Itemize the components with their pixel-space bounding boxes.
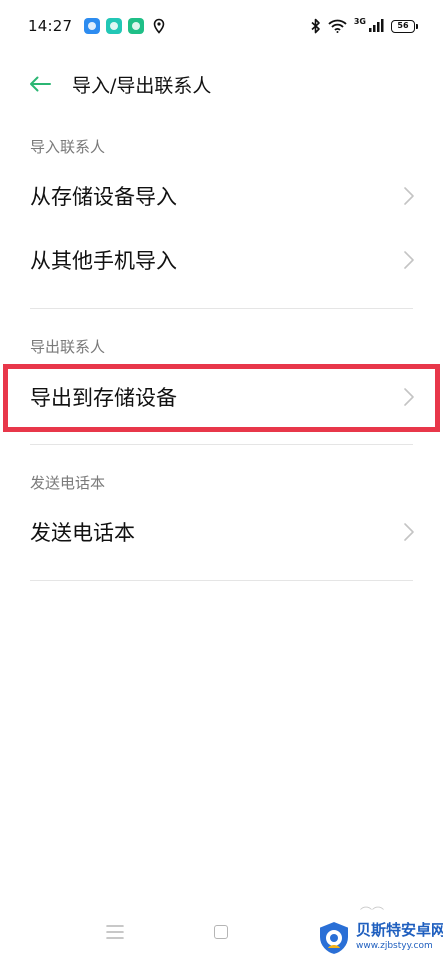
send-phonebook-item[interactable]: 发送电话本: [0, 500, 443, 564]
import-from-storage-item[interactable]: 从存储设备导入: [0, 164, 443, 228]
list-item-label: 从其他手机导入: [30, 249, 177, 273]
header: 导入/导出联系人: [0, 60, 443, 108]
screen: 14:27 3G 56 导入/导出联系人 导入联系人 从存储设备导入 从其他手机…: [0, 0, 443, 960]
list-item-label: 发送电话本: [30, 521, 135, 545]
watermark-url: www.zjbstyy.com: [356, 941, 433, 951]
chevron-right-icon: [404, 187, 414, 205]
export-to-storage-item[interactable]: 导出到存储设备: [0, 365, 443, 429]
notification-app-icon: [128, 18, 145, 34]
status-bar: 14:27 3G 56: [0, 0, 443, 52]
section-label-import: 导入联系人: [30, 138, 106, 156]
location-icon: [153, 18, 165, 34]
menu-icon[interactable]: [106, 924, 124, 940]
divider: [30, 444, 413, 445]
section-label-send: 发送电话本: [30, 474, 106, 492]
page-title: 导入/导出联系人: [72, 74, 212, 97]
chevron-right-icon: [404, 251, 414, 269]
battery-icon: 56: [391, 19, 418, 33]
section-label-export: 导出联系人: [30, 338, 106, 356]
status-time: 14:27: [28, 17, 73, 35]
status-right-group: 3G 56: [311, 17, 418, 34]
divider: [30, 308, 413, 309]
import-from-other-phone-item[interactable]: 从其他手机导入: [0, 228, 443, 292]
notification-app-icon: [84, 18, 101, 34]
back-button[interactable]: [20, 64, 60, 104]
divider: [30, 580, 413, 581]
watermark-title: 贝斯特安卓网: [356, 921, 443, 939]
watermark-logo-icon: [318, 919, 350, 957]
notification-app-icon: [106, 18, 123, 34]
list-item-label: 导出到存储设备: [30, 386, 177, 410]
chevron-right-icon: [404, 523, 414, 541]
home-icon[interactable]: [214, 925, 228, 939]
wifi-icon: [328, 19, 347, 33]
signal-icon: [369, 19, 384, 32]
network-type-label: 3G: [353, 17, 366, 26]
bluetooth-icon: [311, 18, 320, 34]
back-arrow-icon: [30, 76, 51, 92]
chevron-right-icon: [404, 388, 414, 406]
list-item-label: 从存储设备导入: [30, 185, 177, 209]
watermark: 贝斯特安卓网 www.zjbstyy.com: [314, 916, 443, 958]
